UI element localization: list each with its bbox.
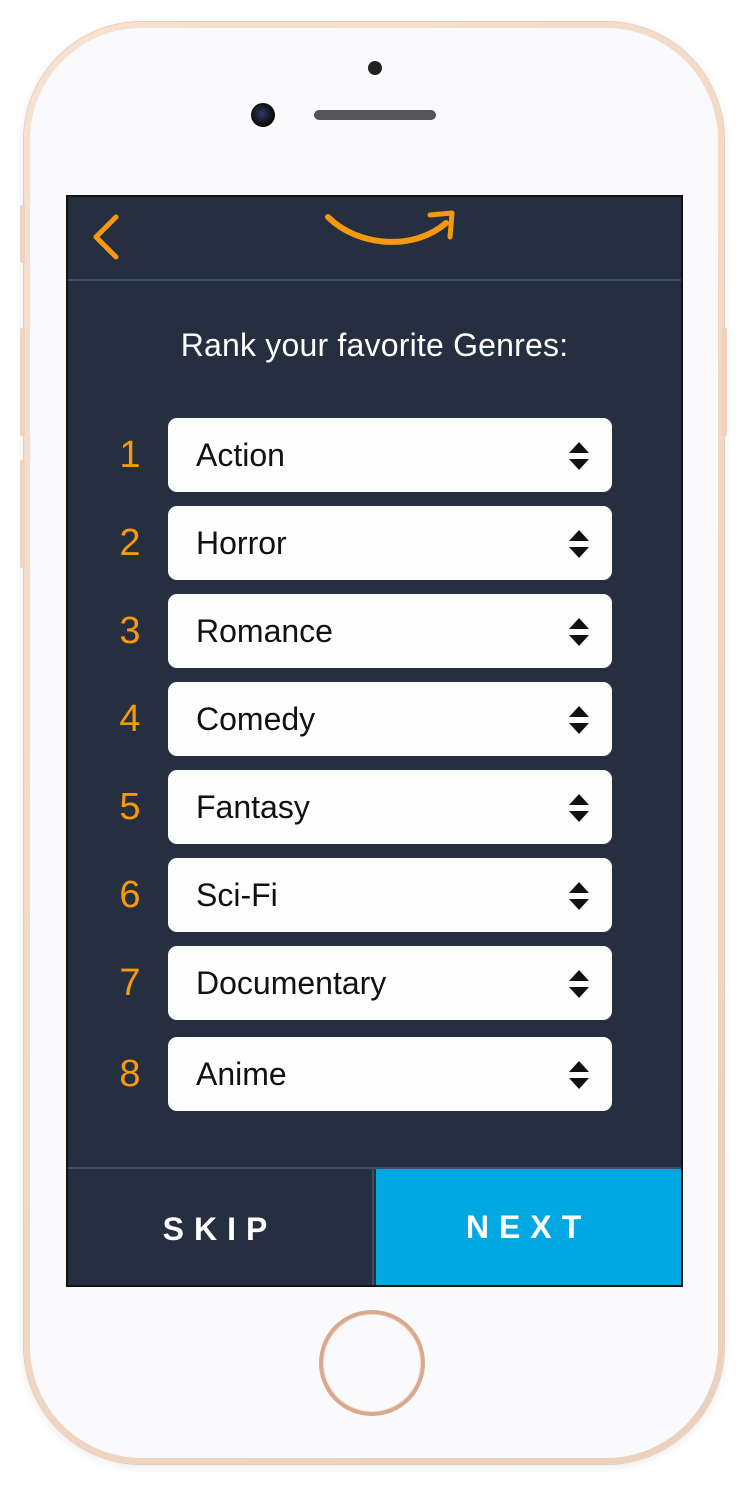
genre-label: Documentary xyxy=(196,965,387,1001)
sort-arrows-icon xyxy=(569,970,589,998)
rank-row-5: 5 Fantasy xyxy=(68,770,681,844)
sort-arrows-icon xyxy=(569,618,589,646)
rank-number: 4 xyxy=(119,698,141,740)
genre-label: Anime xyxy=(196,1056,287,1092)
genre-label: Horror xyxy=(196,525,287,561)
genre-select-6[interactable]: Sci-Fi xyxy=(168,858,612,932)
genre-select-4[interactable]: Comedy xyxy=(168,682,612,756)
sort-arrows-icon xyxy=(569,442,589,470)
volume-down-button xyxy=(20,460,25,568)
genre-label: Sci-Fi xyxy=(196,877,278,913)
rank-row-4: 4 Comedy xyxy=(68,682,681,756)
genre-select-2[interactable]: Horror xyxy=(168,506,612,580)
rank-row-7: 7 Documentary xyxy=(68,946,681,1020)
power-button xyxy=(722,328,727,436)
rank-number: 8 xyxy=(119,1053,141,1095)
genre-label: Romance xyxy=(196,613,333,649)
genre-select-1[interactable]: Action xyxy=(168,418,612,492)
smile-arrow-logo xyxy=(325,210,455,245)
rank-row-6: 6 Sci-Fi xyxy=(68,858,681,932)
genre-select-5[interactable]: Fantasy xyxy=(168,770,612,844)
page-title: Rank your favorite Genres: xyxy=(180,327,569,363)
rank-number: 7 xyxy=(119,962,141,1004)
home-button[interactable] xyxy=(319,1310,425,1416)
rank-row-1: 1 Action xyxy=(68,418,681,492)
rank-row-2: 2 Horror xyxy=(68,506,681,580)
chevron-left-icon xyxy=(93,214,119,260)
sort-arrows-icon xyxy=(569,1061,589,1089)
skip-button[interactable]: SKIP xyxy=(68,1169,374,1285)
genre-label: Comedy xyxy=(196,701,316,737)
volume-up-button xyxy=(20,328,25,436)
rank-row-3: 3 Romance xyxy=(68,594,681,668)
footer-bar: SKIP NEXT xyxy=(68,1167,681,1285)
front-camera xyxy=(251,103,275,127)
side-button xyxy=(20,205,25,263)
sort-arrows-icon xyxy=(569,530,589,558)
genre-label: Action xyxy=(196,437,285,473)
genre-select-3[interactable]: Romance xyxy=(168,594,612,668)
rank-number: 3 xyxy=(119,610,141,652)
rank-number: 5 xyxy=(119,786,141,828)
sort-arrows-icon xyxy=(569,706,589,734)
app-screen: Rank your favorite Genres: 1 Action 2 Ho… xyxy=(66,195,683,1287)
proximity-sensor xyxy=(368,61,382,75)
rank-row-8: 8 Anime xyxy=(68,1037,681,1111)
rank-number: 2 xyxy=(119,522,141,564)
back-button[interactable] xyxy=(84,211,128,261)
next-button[interactable]: NEXT xyxy=(376,1169,681,1285)
genre-select-8[interactable]: Anime xyxy=(168,1037,612,1111)
rank-number: 1 xyxy=(119,434,141,476)
genre-label: Fantasy xyxy=(196,789,310,825)
app-header xyxy=(68,197,681,281)
earpiece-speaker xyxy=(314,110,436,120)
genre-select-7[interactable]: Documentary xyxy=(168,946,612,1020)
rank-number: 6 xyxy=(119,874,141,916)
sort-arrows-icon xyxy=(569,882,589,910)
sort-arrows-icon xyxy=(569,794,589,822)
